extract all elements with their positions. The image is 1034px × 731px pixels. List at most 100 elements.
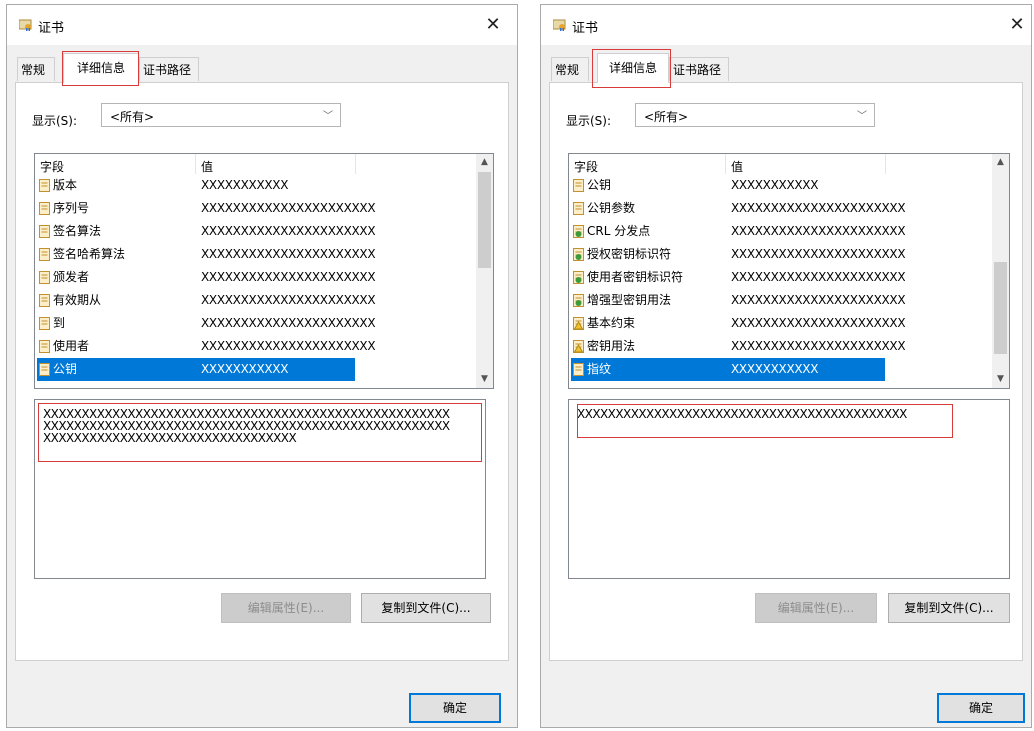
dialog-title: 证书 bbox=[38, 21, 65, 36]
field-doc-icon bbox=[573, 202, 584, 215]
column-header-field[interactable]: 字段 bbox=[40, 158, 64, 175]
value-detail-box[interactable]: XXXXXXXXXXXXXXXXXXXXXXXXXXXXXXXXXXXXXXXX… bbox=[34, 399, 486, 579]
field-name: 指纹 bbox=[587, 362, 612, 376]
column-separator[interactable] bbox=[355, 154, 356, 174]
list-item[interactable]: 到 XXXXXXXXXXXXXXXXXXXXXX bbox=[35, 312, 493, 335]
certificate-icon bbox=[19, 19, 32, 31]
vertical-scrollbar[interactable]: ▲ ▼ bbox=[992, 154, 1009, 388]
field-value: XXXXXXXXXXXXXXXXXXXXXX bbox=[201, 201, 376, 215]
fields-list[interactable]: 字段 值 公钥 XXXXXXXXXXX 公钥参数 XXXXXXXXXXXXXXXXXX… bbox=[568, 153, 1010, 389]
list-item[interactable]: 签名算法 XXXXXXXXXXXXXXXXXXXXXX bbox=[35, 220, 493, 243]
scroll-up-icon[interactable]: ▲ bbox=[992, 154, 1009, 171]
column-header-field[interactable]: 字段 bbox=[574, 158, 598, 175]
show-label: 显示(S): bbox=[566, 114, 612, 128]
field-value: XXXXXXXXXXX bbox=[201, 362, 289, 376]
scroll-thumb[interactable] bbox=[994, 262, 1007, 354]
list-item[interactable]: 颁发者 XXXXXXXXXXXXXXXXXXXXXX bbox=[35, 266, 493, 289]
field-doc-icon bbox=[573, 363, 584, 376]
column-header-value[interactable]: 值 bbox=[201, 158, 213, 175]
close-icon[interactable]: ✕ bbox=[1005, 13, 1029, 37]
critical-extension-icon bbox=[573, 317, 584, 330]
field-value: XXXXXXXXXXXXXXXXXXXXXX bbox=[201, 339, 376, 353]
field-value: XXXXXXXXXXX bbox=[731, 362, 819, 376]
value-detail-text: XXXXXXXXXXXXXXXXXXXXXXXXXXXXXXXXXXXXXXXX… bbox=[43, 407, 450, 445]
list-item[interactable]: 签名哈希算法 XXXXXXXXXXXXXXXXXXXXXX bbox=[35, 243, 493, 266]
field-value: XXXXXXXXXXXXXXXXXXXXXX bbox=[731, 201, 906, 215]
field-doc-icon bbox=[39, 363, 50, 376]
field-value: XXXXXXXXXXXXXXXXXXXXXX bbox=[201, 270, 376, 284]
tab-details[interactable]: 详细信息 bbox=[597, 53, 669, 83]
selection-highlight bbox=[571, 358, 885, 381]
field-doc-icon bbox=[39, 248, 50, 261]
field-value: XXXXXXXXXXXXXXXXXXXXXX bbox=[201, 247, 376, 261]
close-icon[interactable]: ✕ bbox=[481, 13, 505, 37]
field-value: XXXXXXXXXXXXXXXXXXXXXX bbox=[731, 316, 906, 330]
list-item[interactable]: 版本 XXXXXXXXXXX bbox=[35, 174, 493, 197]
field-name: 基本约束 bbox=[587, 316, 636, 330]
critical-extension-icon bbox=[573, 340, 584, 353]
show-select[interactable]: <所有> ﹀ bbox=[635, 103, 875, 127]
list-item[interactable]: 密钥用法 XXXXXXXXXXXXXXXXXXXXXX bbox=[569, 335, 1009, 358]
scroll-up-icon[interactable]: ▲ bbox=[476, 154, 493, 171]
field-doc-icon bbox=[39, 271, 50, 284]
extension-icon bbox=[573, 271, 584, 284]
field-name: CRL 分发点 bbox=[587, 224, 651, 238]
tab-strip: 常规 详细信息 证书路径 bbox=[7, 51, 517, 86]
scroll-down-icon[interactable]: ▼ bbox=[476, 371, 493, 388]
edit-properties-button[interactable]: 编辑属性(E)... bbox=[221, 593, 351, 623]
selection-highlight bbox=[37, 358, 355, 381]
field-doc-icon bbox=[573, 179, 584, 192]
list-item[interactable]: 增强型密钥用法 XXXXXXXXXXXXXXXXXXXXXX bbox=[569, 289, 1009, 312]
column-separator[interactable] bbox=[195, 154, 196, 174]
title-bar: 证书 ✕ bbox=[7, 5, 517, 45]
field-value: XXXXXXXXXXXXXXXXXXXXXX bbox=[731, 224, 906, 238]
field-doc-icon bbox=[39, 340, 50, 353]
field-name: 使用者密钥标识符 bbox=[587, 270, 684, 284]
field-name: 有效期从 bbox=[53, 293, 102, 307]
title-bar: 证书 ✕ bbox=[541, 5, 1031, 45]
list-item[interactable]: 公钥 XXXXXXXXXXX bbox=[569, 174, 1009, 197]
field-name: 序列号 bbox=[53, 201, 90, 215]
list-item[interactable]: 基本约束 XXXXXXXXXXXXXXXXXXXXXX bbox=[569, 312, 1009, 335]
column-separator[interactable] bbox=[725, 154, 726, 174]
ok-button[interactable]: 确定 bbox=[409, 693, 501, 723]
tab-cert-path[interactable]: 证书路径 bbox=[669, 57, 729, 81]
scroll-down-icon[interactable]: ▼ bbox=[992, 371, 1009, 388]
column-separator[interactable] bbox=[885, 154, 886, 174]
vertical-scrollbar[interactable]: ▲ ▼ bbox=[476, 154, 493, 388]
list-item[interactable]: 授权密钥标识符 XXXXXXXXXXXXXXXXXXXXXX bbox=[569, 243, 1009, 266]
list-item[interactable]: 使用者密钥标识符 XXXXXXXXXXXXXXXXXXXXXX bbox=[569, 266, 1009, 289]
field-name: 到 bbox=[53, 316, 66, 330]
column-header-value[interactable]: 值 bbox=[731, 158, 743, 175]
edit-properties-button[interactable]: 编辑属性(E)... bbox=[755, 593, 877, 623]
list-item[interactable]: 公钥 XXXXXXXXXXX bbox=[35, 358, 493, 381]
tab-cert-path[interactable]: 证书路径 bbox=[139, 57, 199, 81]
list-item[interactable]: 有效期从 XXXXXXXXXXXXXXXXXXXXXX bbox=[35, 289, 493, 312]
field-value: XXXXXXXXXXXXXXXXXXXXXX bbox=[731, 247, 906, 261]
list-item[interactable]: 使用者 XXXXXXXXXXXXXXXXXXXXXX bbox=[35, 335, 493, 358]
chevron-down-icon: ﹀ bbox=[323, 111, 333, 122]
tab-general[interactable]: 常规 bbox=[551, 57, 589, 81]
ok-button[interactable]: 确定 bbox=[937, 693, 1025, 723]
dialog-title: 证书 bbox=[572, 21, 599, 36]
field-name: 签名哈希算法 bbox=[53, 247, 126, 261]
field-value: XXXXXXXXXXXXXXXXXXXXXX bbox=[201, 224, 376, 238]
list-item[interactable]: 指纹 XXXXXXXXXXX bbox=[569, 358, 1009, 381]
list-item[interactable]: 序列号 XXXXXXXXXXXXXXXXXXXXXX bbox=[35, 197, 493, 220]
value-detail-text: XXXXXXXXXXXXXXXXXXXXXXXXXXXXXXXXXXXXXXXX… bbox=[577, 407, 907, 421]
field-value: XXXXXXXXXXXXXXXXXXXXXX bbox=[731, 293, 906, 307]
certificate-dialog-right: 证书 ✕ 常规 详细信息 证书路径 显示(S): <所有> ﹀ 字段 值 公钥 X… bbox=[540, 4, 1032, 728]
tab-details[interactable]: 详细信息 bbox=[63, 53, 139, 83]
fields-list[interactable]: 字段 值 版本 XXXXXXXXXXX 序列号 XXXXXXXXXXXXXXXXXXX… bbox=[34, 153, 494, 389]
field-name: 公钥 bbox=[53, 362, 78, 376]
list-item[interactable]: 公钥参数 XXXXXXXXXXXXXXXXXXXXXX bbox=[569, 197, 1009, 220]
copy-to-file-button[interactable]: 复制到文件(C)... bbox=[888, 593, 1010, 623]
field-name: 公钥 bbox=[587, 178, 612, 192]
value-detail-box[interactable]: XXXXXXXXXXXXXXXXXXXXXXXXXXXXXXXXXXXXXXXX… bbox=[568, 399, 1010, 579]
tab-general[interactable]: 常规 bbox=[17, 57, 55, 81]
list-item[interactable]: CRL 分发点 XXXXXXXXXXXXXXXXXXXXXX bbox=[569, 220, 1009, 243]
copy-to-file-button[interactable]: 复制到文件(C)... bbox=[361, 593, 491, 623]
scroll-thumb[interactable] bbox=[478, 172, 491, 268]
show-select-value: <所有> bbox=[110, 110, 155, 124]
show-select[interactable]: <所有> ﹀ bbox=[101, 103, 341, 127]
